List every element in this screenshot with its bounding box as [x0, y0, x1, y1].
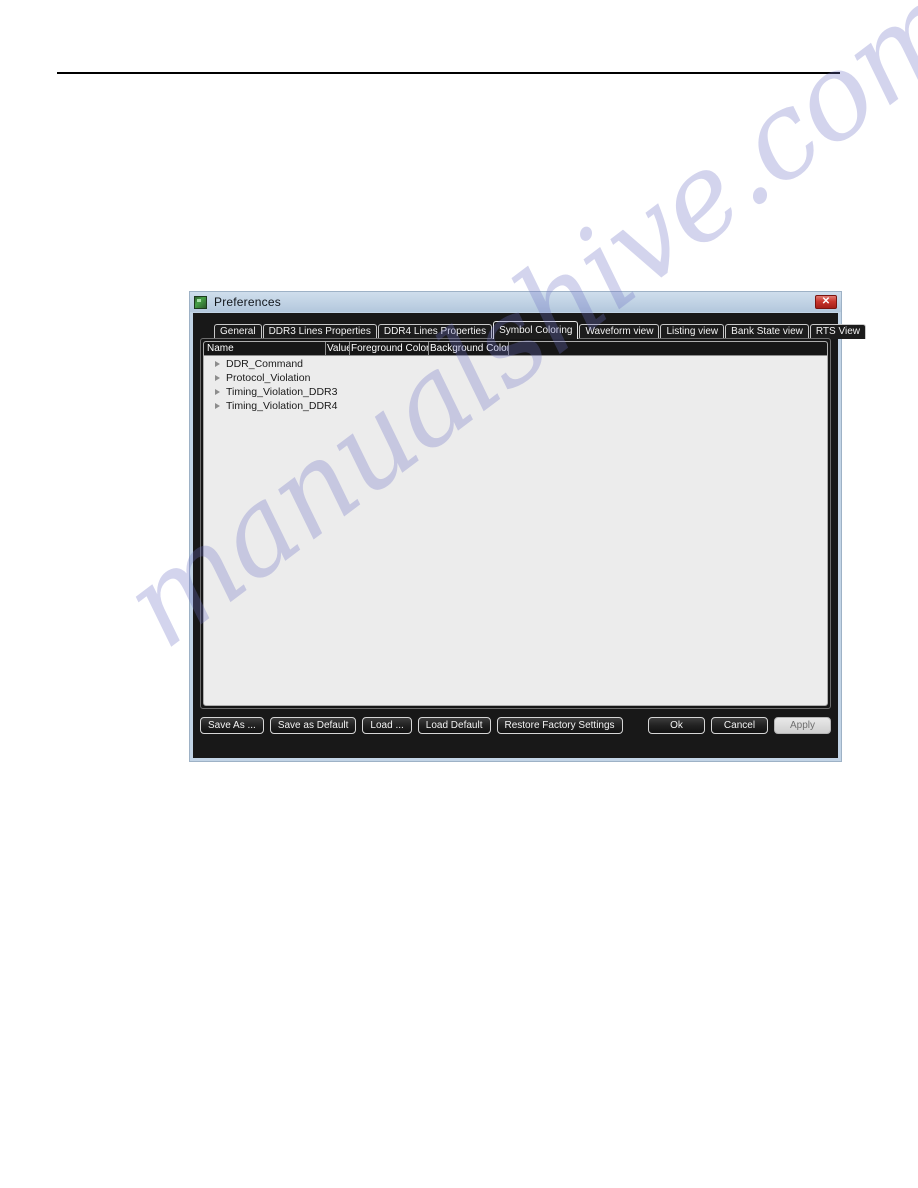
dialog-titlebar[interactable]: Preferences ✕	[190, 292, 841, 312]
chevron-right-icon[interactable]	[212, 401, 222, 411]
app-icon	[194, 295, 207, 309]
page-header-rule	[57, 72, 840, 74]
save-as-button[interactable]: Save As ...	[200, 716, 264, 734]
tree-row-label: Timing_Violation_DDR4	[226, 400, 338, 412]
chevron-right-icon[interactable]	[212, 373, 222, 383]
tree-row-list: DDR_Command Protocol_Violation Timing_Vi…	[204, 356, 827, 413]
table-row[interactable]: Timing_Violation_DDR4	[204, 399, 827, 413]
cancel-button[interactable]: Cancel	[711, 716, 768, 734]
close-icon[interactable]: ✕	[815, 295, 837, 309]
column-header-filler	[509, 342, 827, 355]
tab-ddr3-lines-properties[interactable]: DDR3 Lines Properties	[262, 324, 377, 339]
table-row[interactable]: Protocol_Violation	[204, 371, 827, 385]
load-default-button[interactable]: Load Default	[417, 716, 491, 734]
tab-strip: General DDR3 Lines Properties DDR4 Lines…	[200, 321, 866, 339]
table-row[interactable]: DDR_Command	[204, 357, 827, 371]
tab-symbol-coloring[interactable]: Symbol Coloring	[493, 321, 579, 339]
preferences-dialog: Preferences ✕ General DDR3 Lines Propert…	[189, 291, 866, 762]
tree-row-label: Protocol_Violation	[226, 372, 311, 384]
tab-bank-state-view[interactable]: Bank State view	[725, 324, 809, 339]
dialog-title: Preferences	[214, 295, 281, 309]
tab-rts-view[interactable]: RTS View	[809, 324, 866, 339]
tree-row-label: Timing_Violation_DDR3	[226, 386, 338, 398]
tab-content-panel: Name Value Foreground Color Background C…	[200, 338, 831, 709]
tab-general[interactable]: General	[214, 324, 262, 339]
dialog-button-bar: Save As ... Save as Default Load ... Loa…	[200, 716, 831, 734]
tab-ddr4-lines-properties[interactable]: DDR4 Lines Properties	[377, 324, 493, 339]
chevron-right-icon[interactable]	[212, 387, 222, 397]
column-header-background-color[interactable]: Background Color	[429, 342, 509, 355]
chevron-right-icon[interactable]	[212, 359, 222, 369]
dialog-body: General DDR3 Lines Properties DDR4 Lines…	[193, 313, 866, 758]
close-glyph: ✕	[821, 296, 831, 307]
save-as-default-button[interactable]: Save as Default	[269, 716, 357, 734]
column-header-value[interactable]: Value	[326, 342, 350, 355]
apply-button: Apply	[774, 716, 831, 734]
tab-waveform-view[interactable]: Waveform view	[579, 324, 660, 339]
table-row[interactable]: Timing_Violation_DDR3	[204, 385, 827, 399]
restore-factory-settings-button[interactable]: Restore Factory Settings	[496, 716, 623, 734]
column-header-foreground-color[interactable]: Foreground Color	[350, 342, 429, 355]
tree-column-headers: Name Value Foreground Color Background C…	[204, 342, 827, 356]
column-header-name[interactable]: Name	[204, 342, 326, 355]
tab-listing-view[interactable]: Listing view	[660, 324, 725, 339]
ok-button[interactable]: Ok	[648, 716, 705, 734]
symbol-coloring-tree[interactable]: Name Value Foreground Color Background C…	[203, 341, 828, 706]
load-button[interactable]: Load ...	[362, 716, 412, 734]
tree-row-label: DDR_Command	[226, 358, 304, 370]
